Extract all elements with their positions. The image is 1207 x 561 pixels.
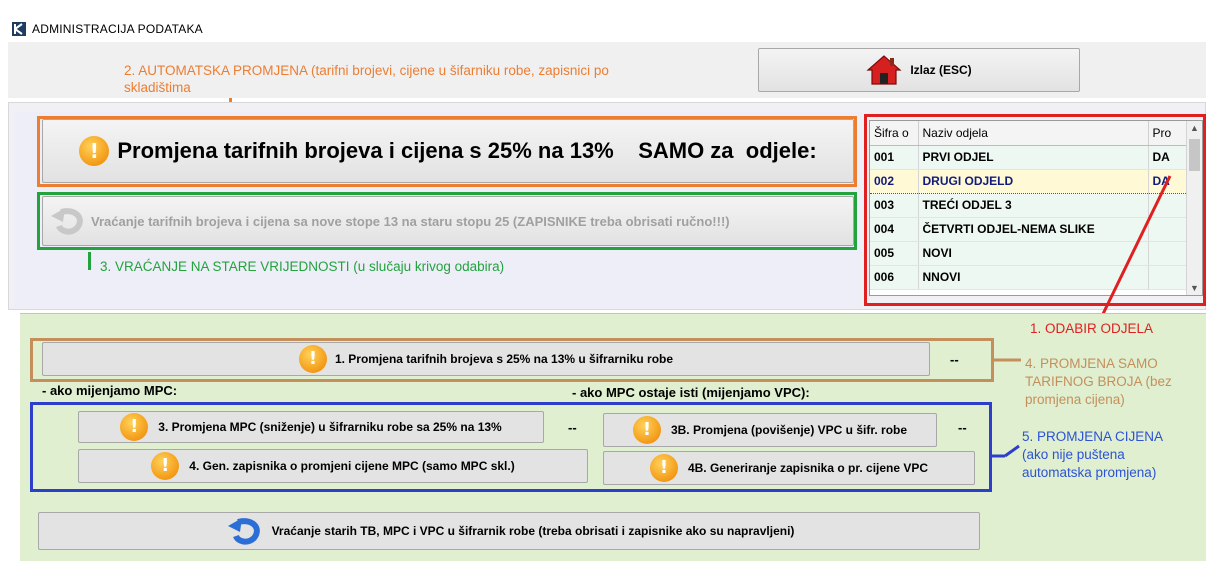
annotation-5-frame (30, 402, 992, 492)
annotation-5-line3: automatska promjena) (1022, 465, 1157, 480)
annotation-5-connector (991, 444, 1020, 458)
annotation-4: 4. PROMJENA SAMO TARIFNOG BROJA (bez pro… (1025, 355, 1172, 409)
vpc-heading: - ako MPC ostaje isti (mijenjamo VPC): (572, 385, 810, 400)
annotation-4-line3: promjena cijena) (1025, 392, 1125, 407)
annotation-1-connector (1100, 175, 1172, 317)
annotation-3-connector (88, 252, 91, 270)
exit-button-label: Izlaz (ESC) (910, 63, 972, 77)
annotation-5: 5. PROMJENA CIJENA (ako nije puštena aut… (1022, 428, 1163, 482)
app-k-logo-icon (12, 22, 26, 36)
mpc-heading: - ako mijenjamo MPC: (42, 383, 178, 398)
annotation-2-line2: skladištima (124, 80, 191, 95)
house-icon (866, 55, 902, 85)
annotation-5-line1: 5. PROMJENA CIJENA (1022, 429, 1164, 444)
undo-arrow-icon (227, 518, 260, 545)
annotation-1: 1. ODABIR ODJELA (1030, 321, 1154, 336)
annotation-4-connector (993, 358, 1021, 362)
annotation-4-frame (30, 338, 994, 382)
annotation-5-line2: (ako nije puštena (1022, 447, 1125, 462)
annotation-3-frame (37, 192, 857, 250)
revert-all-button[interactable]: Vraćanje starih TB, MPC i VPC u šifrarni… (38, 512, 980, 550)
window-title-bar: ADMINISTRACIJA PODATAKA (0, 0, 1207, 40)
annotation-2: 2. AUTOMATSKA PROMJENA (tarifni brojevi,… (124, 62, 609, 96)
exit-button[interactable]: Izlaz (ESC) (758, 48, 1080, 92)
window-title: ADMINISTRACIJA PODATAKA (32, 22, 203, 36)
annotation-4-line2: TARIFNOG BROJA (bez (1025, 374, 1172, 389)
annotation-2-frame (37, 116, 857, 187)
annotation-2-line1: 2. AUTOMATSKA PROMJENA (tarifni brojevi,… (124, 63, 609, 78)
revert-all-button-label: Vraćanje starih TB, MPC i VPC u šifrarni… (271, 524, 795, 538)
annotation-3: 3. VRAĆANJE NA STARE VRIJEDNOSTI (u sluč… (100, 259, 505, 274)
annotation-4-line1: 4. PROMJENA SAMO (1025, 356, 1158, 371)
